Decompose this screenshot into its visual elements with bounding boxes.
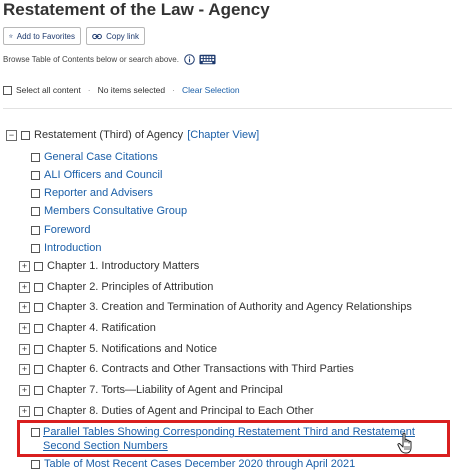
expand-icon[interactable]: + [19,405,30,417]
toc-link-row: Members Consultative Group [31,203,187,219]
browse-hint-row: Browse Table of Contents below or search… [3,54,216,65]
collapse-icon[interactable]: − [6,129,17,141]
toc-link[interactable]: Foreword [44,224,90,236]
browse-hint: Browse Table of Contents below or search… [3,55,179,64]
toc-root-row: − Restatement (Third) of Agency [Chapter… [6,127,259,143]
selection-status: No items selected [97,85,166,95]
add-to-favorites-button[interactable]: Add to Favorites [3,27,81,45]
chapter-row: + Chapter 6. Contracts and Other Transac… [19,361,354,377]
toc-link-row: Introduction [31,240,101,256]
chapter-label[interactable]: Chapter 6. Contracts and Other Transacti… [47,363,354,375]
toc-checkbox[interactable] [31,152,40,162]
chapter-row: + Chapter 3. Creation and Termination of… [19,299,412,315]
chapter-label[interactable]: Chapter 2. Principles of Attribution [47,281,213,293]
chapter-view-link[interactable]: [Chapter View] [187,129,259,141]
toc-checkbox[interactable] [31,459,40,469]
star-icon [9,33,13,38]
toc-checkbox[interactable] [31,206,40,216]
chapter-checkbox[interactable] [34,385,43,395]
toc-root-label[interactable]: Restatement (Third) of Agency [34,129,183,141]
chapter-checkbox[interactable] [34,406,43,416]
expand-icon[interactable]: + [19,322,30,334]
toc-link-row: General Case Citations [31,149,158,165]
clear-selection-link[interactable]: Clear Selection [182,85,240,95]
toc-link-row: Table of Most Recent Cases December 2020… [31,456,355,472]
expand-icon[interactable]: + [19,301,30,313]
toc-checkbox[interactable] [31,243,40,253]
toc-link-row: ALI Officers and Council [31,167,162,183]
copy-link-label: Copy link [106,31,139,41]
toc-link[interactable]: Introduction [44,242,101,254]
page-title: Restatement of the Law - Agency [3,0,270,19]
chapter-label[interactable]: Chapter 5. Notifications and Notice [47,343,217,355]
chapter-checkbox[interactable] [34,282,43,292]
expand-icon[interactable]: + [19,363,30,375]
chapter-row: + Chapter 2. Principles of Attribution [19,279,213,295]
select-all-label: Select all content [16,85,81,95]
chapter-checkbox[interactable] [34,302,43,312]
expand-icon[interactable]: + [19,384,30,396]
parallel-tables-checkbox[interactable] [31,428,40,437]
link-icon [92,33,102,39]
toc-checkbox[interactable] [31,170,40,180]
toc-link[interactable]: Table of Most Recent Cases December 2020… [44,458,355,470]
toc-root-checkbox[interactable] [21,130,30,140]
add-to-favorites-label: Add to Favorites [16,31,75,41]
chapter-checkbox[interactable] [34,344,43,354]
chapter-label[interactable]: Chapter 7. Torts—Liability of Agent and … [47,384,283,396]
chapter-label[interactable]: Chapter 1. Introductory Matters [47,260,199,272]
chapter-checkbox[interactable] [34,364,43,374]
select-all-checkbox[interactable] [3,85,12,95]
chapter-row: + Chapter 4. Ratification [19,320,156,336]
separator: · [87,85,91,95]
chapter-checkbox[interactable] [34,261,43,271]
chapter-row: + Chapter 7. Torts—Liability of Agent an… [19,382,283,398]
toc-checkbox[interactable] [31,188,40,198]
expand-icon[interactable]: + [19,343,30,355]
toc-link[interactable]: Reporter and Advisers [44,187,153,199]
separator: · [172,85,175,95]
chapter-checkbox[interactable] [34,323,43,333]
toc-link[interactable]: ALI Officers and Council [44,169,162,181]
toc-link-row: Reporter and Advisers [31,185,153,201]
toc-link[interactable]: General Case Citations [44,151,158,163]
expand-icon[interactable]: + [19,260,30,272]
toc-link-row: Foreword [31,222,90,238]
chapter-label[interactable]: Chapter 3. Creation and Termination of A… [47,301,412,313]
copy-link-button[interactable]: Copy link [86,27,145,45]
keyboard-icon[interactable] [199,54,216,65]
toc-link[interactable]: Members Consultative Group [44,205,187,217]
expand-icon[interactable]: + [19,281,30,293]
chapter-row: + Chapter 1. Introductory Matters [19,258,199,274]
info-icon[interactable] [184,54,195,65]
selection-bar: Select all content · No items selected ·… [3,85,240,95]
toc-checkbox[interactable] [31,225,40,235]
chapter-row: + Chapter 5. Notifications and Notice [19,341,217,357]
chapter-label[interactable]: Chapter 4. Ratification [47,322,156,334]
chapter-label[interactable]: Chapter 8. Duties of Agent and Principal… [47,405,314,417]
parallel-tables-link[interactable]: Parallel Tables Showing Corresponding Re… [43,425,448,453]
divider [3,108,452,109]
chapter-row: + Chapter 8. Duties of Agent and Princip… [19,403,314,419]
hand-cursor-icon [397,432,412,454]
